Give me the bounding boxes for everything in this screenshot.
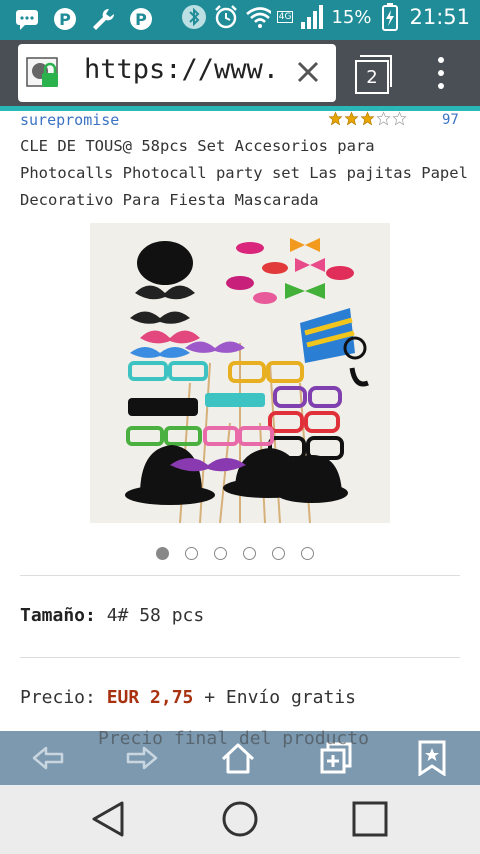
product-title: CLE DE TOUS@ 58pcs Set Accesorios para P… [20,137,468,209]
seller-link[interactable]: surepromise [20,111,119,129]
pinterest-icon: P [128,6,154,32]
star-empty-icon [376,111,391,126]
price-row: Precio: EUR 2,75 + Envío gratis [20,687,356,708]
size-row[interactable]: Tamaño: 4# 58 pcs [20,605,204,626]
back-arrow-icon[interactable] [30,740,66,776]
pinterest-icon: P [52,6,78,32]
carousel-dot[interactable] [214,547,227,560]
signal-icon [299,4,325,30]
network-type: 4G [276,11,294,23]
clock: 21:51 [409,5,470,29]
divider [20,575,460,576]
overflow-menu-icon[interactable] [436,52,446,98]
bookmark-icon[interactable] [414,740,450,777]
address-bar[interactable]: https://www.a [18,44,336,102]
tab-switcher-button[interactable]: 2 [355,60,389,94]
browser-toolbar: https://www.a 2 [0,40,480,106]
rating-stars [328,111,407,126]
price-value: EUR 2,75 [106,687,194,708]
wifi-icon [245,4,271,30]
battery-charging-icon [377,3,403,31]
carousel-dot[interactable] [185,547,198,560]
price-label: Precio: [20,687,96,708]
page-content[interactable]: surepromise 97 CLE DE TOUS@ 58pcs Set Ac… [0,111,480,731]
carousel-dot[interactable] [301,547,314,560]
battery-percent: 15% [331,6,372,28]
system-nav-bar [0,785,480,854]
product-image[interactable] [90,223,390,523]
url-text[interactable]: https://www.a [84,54,280,85]
star-full-icon [344,111,359,126]
divider [20,657,460,658]
nav-home-icon[interactable] [220,799,260,839]
svg-text:P: P [59,10,71,29]
wrench-icon [90,6,116,32]
bluetooth-icon [181,4,207,30]
chat-bubble-icon [14,6,40,32]
carousel-dot[interactable] [243,547,256,560]
svg-text:P: P [135,10,147,29]
star-full-icon [328,111,343,126]
shipping-text: + Envío gratis [204,687,356,708]
review-count[interactable]: 97 [442,112,459,128]
carousel-dot[interactable] [272,547,285,560]
star-full-icon [360,111,375,126]
clear-url-icon[interactable] [294,58,322,86]
nav-recents-icon[interactable] [350,799,390,839]
nav-back-icon[interactable] [88,799,128,839]
alarm-icon [213,4,239,30]
size-value[interactable]: 4# 58 pcs [107,605,205,626]
price-note: Precio final del producto [98,728,369,749]
star-empty-icon [392,111,407,126]
status-bar: P P 4G 15% 21:51 [0,0,480,40]
image-carousel-dots [156,547,314,560]
site-lock-icon[interactable] [26,57,60,91]
size-label: Tamaño: [20,605,96,626]
carousel-dot[interactable] [156,547,169,560]
